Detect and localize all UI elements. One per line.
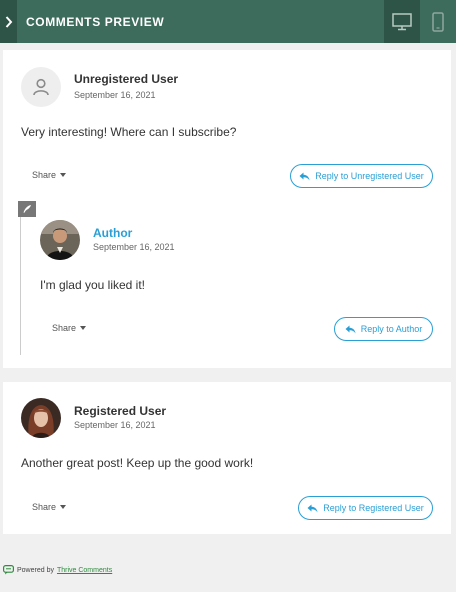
comment-author-name: Registered User <box>74 404 167 418</box>
share-dropdown[interactable]: Share <box>32 502 67 512</box>
comment-date: September 16, 2021 <box>74 420 156 430</box>
thrive-comments-link[interactable]: Thrive Comments <box>57 567 112 574</box>
reply-button-label: Reply to Unregistered User <box>315 171 424 181</box>
caret-down-icon <box>60 505 67 509</box>
mobile-icon <box>432 11 444 32</box>
author-badge <box>18 201 36 217</box>
reply-icon <box>299 172 310 180</box>
default-user-avatar <box>21 67 61 107</box>
comment-date: September 16, 2021 <box>74 90 156 100</box>
share-dropdown[interactable]: Share <box>52 323 87 333</box>
reply-icon <box>307 504 318 512</box>
reply-icon <box>345 325 356 333</box>
powered-by-footer: Powered by Thrive Comments <box>3 564 112 576</box>
comment-text: Very interesting! Where can I subscribe? <box>21 125 237 139</box>
speech-bubble-icon <box>3 565 14 575</box>
footer-prefix: Powered by <box>17 566 54 574</box>
chevron-right-icon <box>5 15 12 28</box>
reply-button[interactable]: Reply to Unregistered User <box>290 164 433 188</box>
registered-user-photo-avatar <box>21 398 61 438</box>
reply-button[interactable]: Reply to Author <box>334 317 433 341</box>
user-icon <box>33 78 49 96</box>
comment-date: September 16, 2021 <box>93 242 175 252</box>
reply-thread-line <box>20 208 21 355</box>
reply-button-label: Reply to Registered User <box>323 503 424 513</box>
comment-card: Registered User September 16, 2021 Anoth… <box>3 382 451 534</box>
desktop-icon <box>392 12 412 30</box>
page-title: COMMENTS PREVIEW <box>26 14 165 29</box>
author-photo-avatar <box>40 220 80 260</box>
reply-button[interactable]: Reply to Registered User <box>298 496 433 520</box>
share-label: Share <box>32 502 57 512</box>
share-label: Share <box>32 170 57 180</box>
comment-text: I'm glad you liked it! <box>40 278 146 292</box>
caret-down-icon <box>80 326 87 330</box>
preview-header: COMMENTS PREVIEW <box>0 0 456 43</box>
quill-icon <box>23 205 31 213</box>
comment-thread-card: Unregistered User September 16, 2021 Ver… <box>3 50 451 368</box>
reply-button-label: Reply to Author <box>360 324 423 334</box>
comment-text: Another great post! Keep up the good wor… <box>21 456 254 470</box>
caret-down-icon <box>60 173 67 177</box>
collapse-toggle-button[interactable] <box>0 0 17 43</box>
desktop-view-button[interactable] <box>384 0 420 43</box>
mobile-view-button[interactable] <box>420 0 456 43</box>
share-dropdown[interactable]: Share <box>32 170 67 180</box>
comment-author-name: Author <box>93 226 133 240</box>
comment-author-name: Unregistered User <box>74 72 179 86</box>
share-label: Share <box>52 323 77 333</box>
